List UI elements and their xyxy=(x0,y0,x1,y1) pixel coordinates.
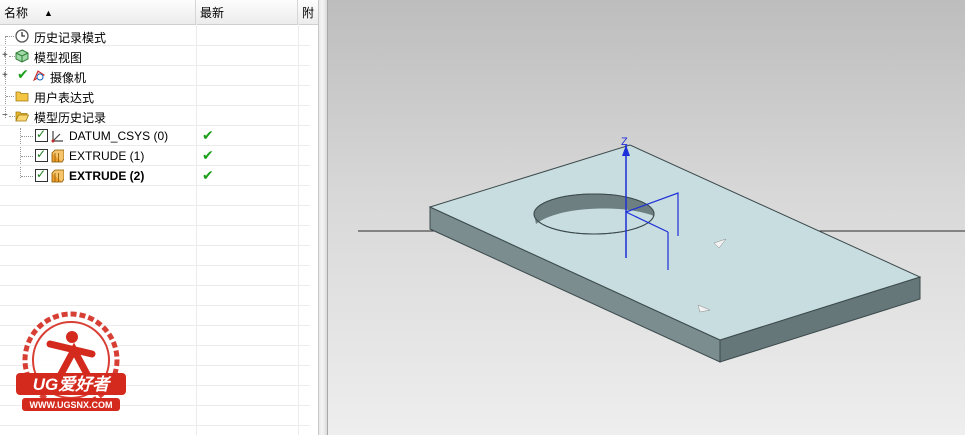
graphics-window[interactable]: Z xyxy=(328,0,965,435)
expand-icon[interactable]: + xyxy=(2,51,9,61)
empty-row xyxy=(0,186,310,206)
tree-connector xyxy=(6,96,14,97)
camera-icon xyxy=(32,70,45,82)
navigator-header: 名称 ▲ 最新 附 xyxy=(0,0,318,25)
latest-status-icon: ✔ xyxy=(202,147,214,163)
ug-logo-icon: UG爱好者 WWW.UGSNX.COM xyxy=(16,311,126,411)
visibility-checkbox[interactable]: ✓ xyxy=(35,167,48,182)
folder-open-icon xyxy=(15,111,29,122)
extrude-icon xyxy=(51,169,64,183)
empty-row xyxy=(0,226,310,246)
column-name-label: 名称 xyxy=(4,6,29,20)
column-header-extra[interactable]: 附 xyxy=(298,0,318,24)
column-header-latest[interactable]: 最新 xyxy=(196,0,298,24)
node-label: EXTRUDE (2) xyxy=(69,169,145,183)
folder-icon xyxy=(15,91,29,102)
empty-row xyxy=(0,286,310,306)
check-icon: ✔ xyxy=(17,66,29,82)
tree-node-model-history[interactable]: − 模型历史记录 xyxy=(0,106,310,126)
node-label: EXTRUDE (1) xyxy=(69,149,145,163)
logo-brand-text: UG爱好者 xyxy=(33,375,112,394)
model-canvas[interactable]: Z xyxy=(328,0,965,435)
tree-connector xyxy=(6,36,14,37)
part-navigator: 名称 ▲ 最新 附 历史记录模式 + 模型视图 + ✔ 摄像机 用户表达式 − … xyxy=(0,0,318,435)
tree-node-datum-csys[interactable]: ✓ DATUM_CSYS (0) ✔ xyxy=(0,126,310,146)
empty-row xyxy=(0,206,310,226)
node-label: 模型历史记录 xyxy=(34,111,107,125)
tree-node-extrude-1[interactable]: ✓ EXTRUDE (1) ✔ xyxy=(0,146,310,166)
visibility-checkbox[interactable]: ✓ xyxy=(35,147,48,162)
tree-connector xyxy=(21,156,33,157)
model-view-icon xyxy=(15,49,29,63)
collapse-icon[interactable]: − xyxy=(2,111,9,121)
logo-url-text: WWW.UGSNX.COM xyxy=(30,400,113,410)
node-label: 用户表达式 xyxy=(34,91,95,105)
node-label: 历史记录模式 xyxy=(34,31,107,45)
tree-node-cameras[interactable]: + ✔ 摄像机 xyxy=(0,66,310,86)
pane-splitter[interactable] xyxy=(318,0,328,435)
z-axis-label: Z xyxy=(621,136,628,148)
column-latest-label: 最新 xyxy=(200,6,225,20)
empty-row xyxy=(0,266,310,286)
tree-node-extrude-2[interactable]: ✓ EXTRUDE (2) ✔ xyxy=(0,166,310,186)
clock-icon xyxy=(15,29,29,43)
datum-csys-icon xyxy=(51,131,63,143)
tree-node-history-mode[interactable]: 历史记录模式 xyxy=(0,26,310,46)
latest-status-icon: ✔ xyxy=(202,127,214,143)
visibility-checkbox[interactable]: ✓ xyxy=(35,127,48,142)
tree-connector xyxy=(21,136,33,137)
sort-ascending-icon: ▲ xyxy=(44,8,53,18)
tree-node-model-views[interactable]: + 模型视图 xyxy=(0,46,310,66)
expand-icon[interactable]: + xyxy=(2,71,9,81)
column-extra-label: 附 xyxy=(302,6,315,20)
node-label: 模型视图 xyxy=(34,51,83,65)
latest-status-icon: ✔ xyxy=(202,167,214,183)
node-label: DATUM_CSYS (0) xyxy=(69,129,169,143)
tree-connector xyxy=(21,176,33,177)
extrude-icon xyxy=(51,149,64,163)
column-header-name[interactable]: 名称 ▲ xyxy=(0,0,196,24)
empty-row xyxy=(0,246,310,266)
tree-node-user-expressions[interactable]: 用户表达式 xyxy=(0,86,310,106)
node-label: 摄像机 xyxy=(50,71,87,85)
